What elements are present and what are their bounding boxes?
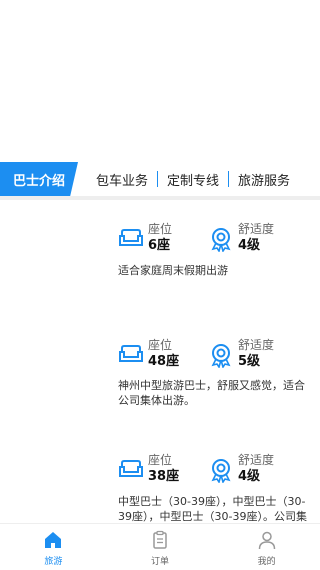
bus-description: 神州中型旅游巴士，舒服又感觉，适合公司集体出游。 (118, 379, 305, 407)
comfort-stat: 舒适度 4级 (208, 453, 274, 485)
tab-tour-service-label: 旅游服务 (238, 173, 291, 189)
bus-description: 适合家庭周末假期出游 (118, 264, 228, 277)
sofa-icon (119, 229, 143, 246)
seat-stat: 座位 48座 (118, 338, 179, 370)
category-tabs: 巴士介绍 包车业务 定制专线 旅游服务 (0, 162, 320, 196)
tab-divider (157, 171, 159, 187)
medal-icon (211, 344, 231, 368)
tab-bus-intro-label: 巴士介绍 (12, 173, 65, 189)
nav-tour[interactable]: 旅游 (0, 524, 107, 570)
comfort-stat: 舒适度 4级 (208, 222, 274, 254)
nav-order-label: 订单 (151, 557, 170, 567)
seat-label: 座位 (148, 222, 173, 236)
comfort-value: 4级 (238, 238, 261, 253)
medal-icon (211, 228, 231, 252)
nav-mine-label: 我的 (257, 557, 276, 567)
nav-mine[interactable]: 我的 (213, 524, 320, 570)
comfort-label: 舒适度 (238, 222, 275, 236)
nav-order[interactable]: 订单 (107, 524, 214, 570)
bus-description: 中型巴士（30-39座），中型巴士（30-39座），中型巴士（30-39座）。公… (118, 495, 307, 522)
sofa-icon (119, 460, 143, 477)
seat-label: 座位 (148, 338, 173, 352)
comfort-label: 舒适度 (238, 338, 275, 352)
seat-stat: 座位 38座 (118, 453, 179, 485)
tab-divider (228, 171, 230, 187)
bottom-nav: 旅游 订单 我的 (0, 523, 320, 570)
seat-value: 48座 (148, 354, 180, 369)
seat-value: 38座 (148, 469, 180, 484)
tabs-divider (0, 196, 320, 200)
tab-custom-line[interactable]: 定制专线 (167, 162, 219, 196)
tab-charter-label: 包车业务 (96, 173, 149, 189)
medal-icon (211, 459, 231, 483)
tab-charter[interactable]: 包车业务 (96, 162, 148, 196)
seat-value: 6座 (148, 238, 171, 253)
tab-custom-line-label: 定制专线 (167, 173, 220, 189)
comfort-stat: 舒适度 5级 (208, 338, 274, 370)
clipboard-icon (153, 530, 167, 549)
tab-tour-service[interactable]: 旅游服务 (238, 162, 290, 196)
home-icon (45, 532, 62, 548)
user-icon (258, 531, 275, 550)
comfort-value: 5级 (238, 354, 261, 369)
seat-stat: 座位 6座 (118, 222, 172, 254)
comfort-value: 4级 (238, 469, 261, 484)
comfort-label: 舒适度 (238, 453, 275, 467)
sofa-icon (119, 345, 143, 362)
seat-label: 座位 (148, 453, 173, 467)
tab-bus-intro[interactable]: 巴士介绍 (0, 162, 78, 196)
nav-tour-label: 旅游 (44, 557, 63, 567)
